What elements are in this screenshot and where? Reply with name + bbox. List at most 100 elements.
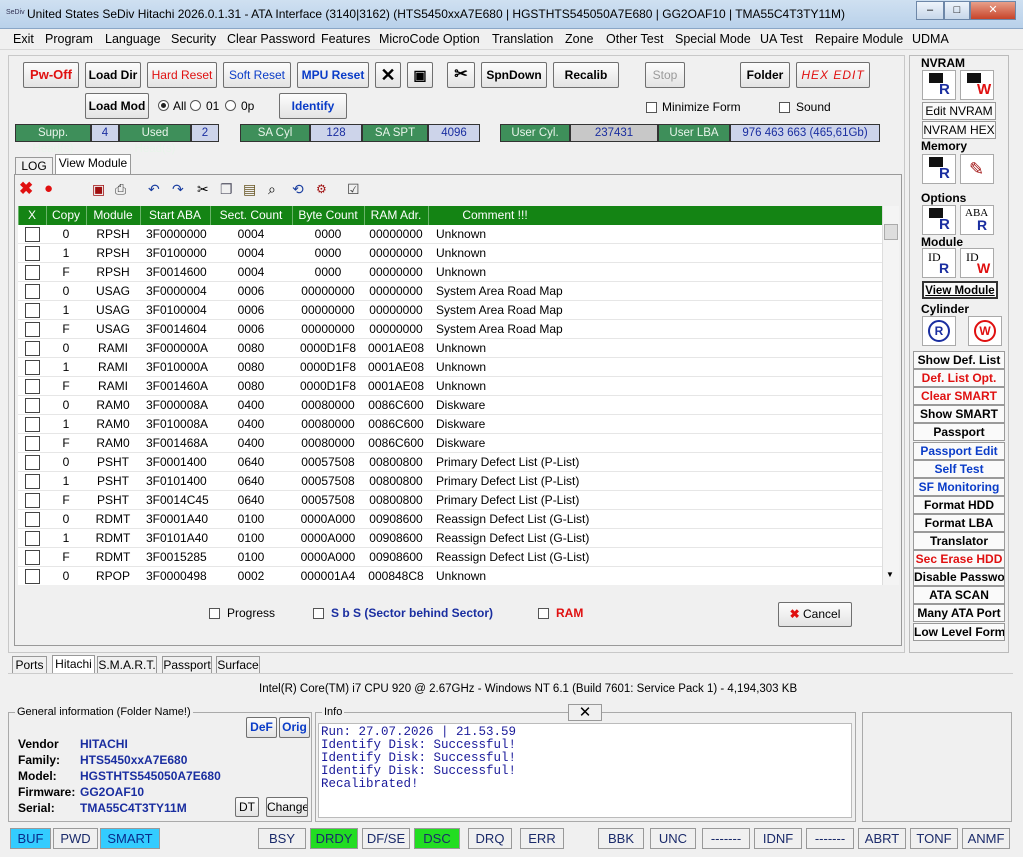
menu-features[interactable]: Features [321,32,370,46]
right-button-show-def-list[interactable]: Show Def. List [913,351,1005,369]
table-row[interactable]: 0 RPSH 3F0000000 0004 0000 00000000 Unknown [18,225,882,244]
table-row[interactable]: 0 PSHT 3F0001400 0640 00057508 00800800 Primar… [18,453,882,472]
close-button[interactable]: ✕ [970,1,1016,20]
menu-clear-password[interactable]: Clear Password [227,32,315,46]
tab-ports[interactable]: Ports [12,656,47,674]
pw-off-button[interactable]: Pw-Off [23,62,79,88]
right-button-clear-smart[interactable]: Clear SMART [913,387,1005,406]
delete-icon[interactable]: ✖ [19,180,33,197]
tab-log[interactable]: LOG [15,157,53,175]
options-read-icon[interactable]: R [922,205,956,235]
table-row[interactable]: 1 RDMT 3F0101A40 0100 0000A000 00908600 Reassi… [18,529,882,548]
hard-reset-button[interactable]: Hard Reset [147,62,217,88]
print-icon[interactable]: ⎙ [115,181,126,197]
save-icon[interactable]: ▣ [407,62,433,88]
right-button-format-hdd[interactable]: Format HDD [913,495,1005,514]
id-write-icon[interactable]: ID W [960,248,994,278]
tab-hitachi[interactable]: Hitachi [52,655,95,674]
row-checkbox[interactable] [25,246,40,261]
right-button-self-test[interactable]: Self Test [913,459,1005,478]
menu-translation[interactable]: Translation [492,32,553,46]
right-button-passport[interactable]: Passport [913,423,1005,442]
tab-s-m-a-r-t-[interactable]: S.M.A.R.T. [97,656,157,674]
sbs-checkbox[interactable] [313,608,324,619]
row-checkbox[interactable] [25,550,40,565]
row-checkbox[interactable] [25,379,40,394]
change-button[interactable]: Change [266,797,308,817]
menu-security[interactable]: Security [171,32,216,46]
table-row[interactable]: 0 RDMT 3F0001A40 0100 0000A000 00908600 Reassi… [18,510,882,529]
right-button-sf-monitoring[interactable]: SF Monitoring [913,477,1005,496]
nvram-read-icon[interactable]: R [922,70,956,100]
row-checkbox[interactable] [25,417,40,432]
table-row[interactable]: 1 RAM0 3F010008A 0400 00080000 0086C600 Diskwa… [18,415,882,434]
row-checkbox[interactable] [25,227,40,242]
tab-passport[interactable]: Passport [162,656,212,674]
menu-exit[interactable]: Exit [13,32,34,46]
orig-button[interactable]: Orig [279,717,310,738]
nvram-write-icon[interactable]: W [960,70,994,100]
row-checkbox[interactable] [25,341,40,356]
row-checkbox[interactable] [25,360,40,375]
menu-zone[interactable]: Zone [565,32,594,46]
menu-special-mode[interactable]: Special Mode [675,32,751,46]
right-button-passport-edit[interactable]: Passport Edit [913,441,1005,460]
right-button-def-list-opt-[interactable]: Def. List Opt. [913,369,1005,388]
table-row[interactable]: F RAM0 3F001468A 0400 00080000 0086C600 Diskwa… [18,434,882,453]
recalib-button[interactable]: Recalib [553,62,619,88]
minimize-form-checkbox[interactable] [646,102,657,113]
load-mod-button[interactable]: Load Mod [85,93,149,119]
hex-edit-button[interactable]: HEX EDIT [796,62,870,88]
menu-ua-test[interactable]: UA Test [760,32,803,46]
row-checkbox[interactable] [25,569,40,584]
identify-button[interactable]: Identify [279,93,347,119]
cylinder-read-icon[interactable]: R [922,316,956,346]
right-button-many-ata-port[interactable]: Many ATA Port [913,604,1005,623]
table-row[interactable]: F RAMI 3F001460A 0080 0000D1F8 0001AE08 Unknow… [18,377,882,396]
tools-icon[interactable]: ✂ [447,62,475,88]
row-checkbox[interactable] [25,531,40,546]
grid-header-4[interactable]: Sect. Count [210,208,292,222]
save-icon[interactable]: ▣ [92,181,105,197]
tab-view-module[interactable]: View Module [55,154,131,175]
ram-checkbox[interactable] [538,608,549,619]
id-read-icon[interactable]: ID R [922,248,956,278]
def-button[interactable]: DeF [246,717,277,738]
cut-icon[interactable]: ✂ [197,181,209,197]
replace-icon[interactable]: ⟲ [292,181,304,197]
right-button-disable-password[interactable]: Disable Password [913,568,1005,587]
radio-0p[interactable] [225,100,236,111]
maximize-button[interactable]: □ [944,1,970,20]
table-row[interactable]: F RDMT 3F0015285 0100 0000A000 00908600 Reassi… [18,548,882,567]
grid-header-5[interactable]: Byte Count [292,208,364,222]
grid-header-1[interactable]: Copy [46,208,86,222]
table-row[interactable]: 0 USAG 3F0000004 0006 00000000 00000000 System… [18,282,882,301]
grid-header-7[interactable]: Comment !!! [428,208,562,222]
sound-checkbox[interactable] [779,102,790,113]
table-row[interactable]: 1 USAG 3F0100004 0006 00000000 00000000 System… [18,301,882,320]
info-close-icon[interactable]: ✕ [568,704,602,721]
grid-scrollbar[interactable]: ▼ [882,206,899,585]
row-checkbox[interactable] [25,455,40,470]
folder-button[interactable]: Folder [740,62,790,88]
row-checkbox[interactable] [25,303,40,318]
find-icon[interactable]: ⌕ [268,181,276,197]
properties-icon[interactable]: ☑ [347,181,360,197]
radio-01[interactable] [190,100,201,111]
paste-icon[interactable]: ▤ [243,181,256,197]
right-button-low-level-format[interactable]: Low Level Format [913,622,1005,641]
menu-other-test[interactable]: Other Test [606,32,663,46]
spndown-button[interactable]: SpnDown [481,62,547,88]
right-button-show-smart[interactable]: Show SMART [913,405,1005,424]
grid-header-0[interactable]: X [18,208,46,222]
nvram-hex-button[interactable]: NVRAM HEX [922,121,996,139]
right-button-ata-scan[interactable]: ATA SCAN [913,586,1005,605]
options-icon[interactable]: ⚙ [316,181,327,197]
row-checkbox[interactable] [25,265,40,280]
table-row[interactable]: F RPSH 3F0014600 0004 0000 00000000 Unknown [18,263,882,282]
table-row[interactable]: 1 PSHT 3F0101400 0640 00057508 00800800 Primar… [18,472,882,491]
table-row[interactable]: 1 RPSH 3F0100000 0004 0000 00000000 Unknown [18,244,882,263]
row-checkbox[interactable] [25,474,40,489]
menu-microcode-option[interactable]: MicroCode Option [379,32,480,46]
progress-checkbox[interactable] [209,608,220,619]
